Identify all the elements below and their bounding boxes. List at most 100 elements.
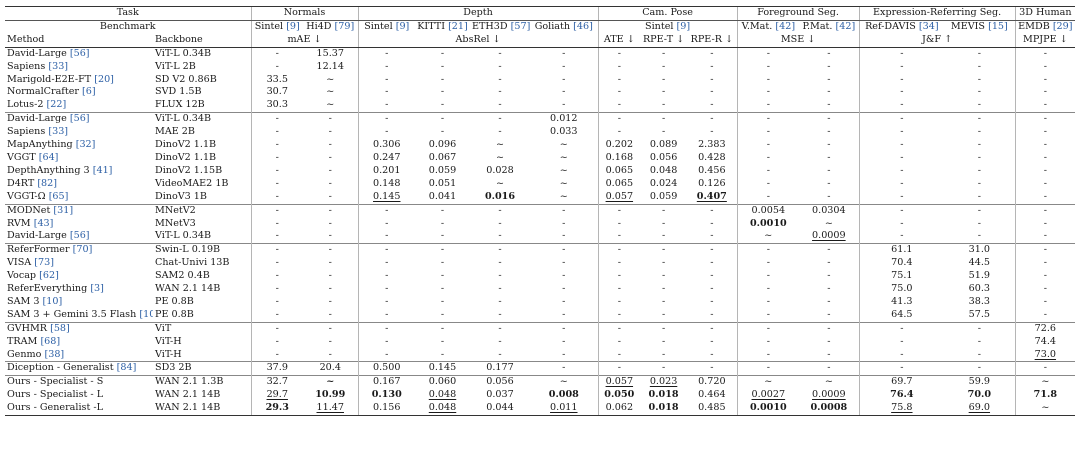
value-cell: -	[250, 217, 303, 231]
value-cell: -	[661, 47, 666, 59]
value-cell: 59.9	[944, 375, 1016, 390]
value-cell: 0.145	[357, 190, 416, 205]
backbone-cell: SD V2 0.86B	[155, 73, 217, 85]
value-cell: -	[827, 283, 831, 295]
value-cell: -	[357, 321, 416, 336]
value-cell: 0.167	[357, 375, 416, 390]
citation: [56]	[69, 230, 90, 242]
value-cell: -	[470, 112, 531, 127]
value-cell: 71.8	[1014, 389, 1076, 403]
value-cell: -	[597, 73, 641, 87]
value-cell: -	[1014, 203, 1076, 218]
value-cell: -	[440, 47, 445, 59]
value-cell: -	[357, 270, 416, 284]
value-cell: -	[827, 270, 831, 282]
value-cell: -	[661, 335, 666, 347]
value-cell: -	[710, 295, 714, 307]
citation: [38]	[44, 348, 65, 360]
value-cell: -	[858, 177, 945, 191]
value-cell: -	[736, 348, 800, 362]
value-cell: -	[661, 126, 666, 138]
value-cell: 0.0304	[799, 203, 860, 218]
benchmark-name: ETH3D [57]	[470, 20, 530, 33]
group-header: 3D Human	[1014, 6, 1076, 21]
value-cell: 0.130	[357, 389, 416, 403]
value-cell: -	[710, 230, 714, 242]
value-cell: -	[440, 348, 445, 360]
value-cell: -	[328, 257, 332, 269]
value-cell: -	[640, 321, 688, 336]
method-cell: VISA [73]	[5, 257, 153, 270]
value-cell: -	[498, 257, 502, 269]
value-cell: -	[640, 243, 688, 258]
value-cell: -	[827, 295, 831, 307]
value-cell: -	[328, 217, 332, 229]
value-cell: -	[687, 321, 738, 336]
value-cell: -	[250, 139, 303, 152]
citation: [65]	[48, 190, 69, 202]
value-cell: -	[562, 73, 566, 85]
backbone-cell: MNetV3	[155, 217, 196, 229]
value-cell: -	[710, 348, 714, 360]
value-cell: -	[977, 73, 981, 85]
value-cell: -	[562, 230, 566, 242]
value-cell: -	[357, 243, 416, 258]
citation: [62]	[39, 270, 59, 282]
value-cell: 64.5	[858, 308, 945, 323]
value-cell: -	[415, 203, 471, 218]
value-cell: -	[858, 230, 945, 244]
value-cell: 0.057	[597, 190, 641, 205]
cell-text: David-Large	[7, 113, 67, 125]
value-cell: -	[1014, 361, 1076, 376]
value-cell: 0.056	[470, 375, 531, 390]
method-cell: Ours - Specialist - S	[5, 375, 153, 390]
value-cell: 0.168	[597, 151, 641, 165]
value-cell: 0.148	[357, 177, 416, 191]
value-cell: ~	[326, 73, 335, 85]
value-cell: -	[498, 283, 502, 295]
value-cell: -	[250, 190, 303, 205]
value-cell: -	[357, 230, 416, 244]
value-cell: -	[357, 73, 416, 87]
table-row: ReferFormer [70] Swin-L 0.19B - - - - - - - - - - -6…	[5, 243, 1076, 258]
value-cell: 0.011	[530, 402, 599, 417]
value-cell: -	[827, 164, 831, 176]
value-cell: -	[470, 321, 531, 336]
value-cell: -	[858, 60, 945, 74]
value-cell: -	[1014, 295, 1076, 309]
value-cell: -	[858, 217, 945, 231]
value-cell: -	[530, 203, 599, 218]
cell-text: Marigold-E2E-FT	[7, 73, 92, 85]
value-cell: -	[661, 295, 666, 307]
value-cell: 44.5	[968, 257, 991, 269]
value-cell: -	[977, 126, 981, 138]
value-cell: -	[562, 348, 566, 360]
method-cell: SAM 3 + Gemini 3.5 Flash [10]	[5, 309, 153, 322]
value-cell: 0.048	[428, 389, 457, 401]
cell-text: Goliath	[534, 20, 571, 32]
citation: [20]	[94, 73, 114, 85]
value-cell: -	[562, 257, 566, 269]
value-cell: -	[736, 335, 800, 349]
metric-header: MSE ↓	[736, 33, 860, 48]
value-cell: 0.0010	[736, 402, 800, 417]
table-row: VGGT [64] DinoV2 1.1B - -0.247 0.067 ~ ~0.168 0…	[5, 151, 1076, 165]
value-cell: -	[303, 243, 359, 258]
value-cell: 74.4	[1014, 335, 1076, 349]
cell-text: VISA	[7, 257, 32, 269]
value-cell: -	[328, 190, 332, 202]
value-cell: 0.145	[415, 361, 471, 376]
value-cell: -	[440, 217, 445, 229]
citation: [46]	[573, 20, 593, 32]
value-cell: -	[736, 112, 800, 127]
benchmark-name: Ref-DAVIS [34]	[858, 20, 945, 34]
table-row: SAM 3 + Gemini 3.5 Flash [10]PE 0.8B - - - -…	[5, 308, 1076, 323]
metric-header: RPE-T ↓	[640, 33, 688, 48]
backbone-cell: PE 0.8B	[155, 295, 194, 307]
value-cell: 0.059	[649, 190, 678, 202]
value-cell: -	[661, 217, 666, 229]
benchmark-name: Hi4D [79]	[303, 20, 358, 33]
value-cell: 29.7	[250, 389, 303, 403]
value-cell: -	[328, 295, 332, 307]
citation: [33]	[48, 60, 69, 72]
